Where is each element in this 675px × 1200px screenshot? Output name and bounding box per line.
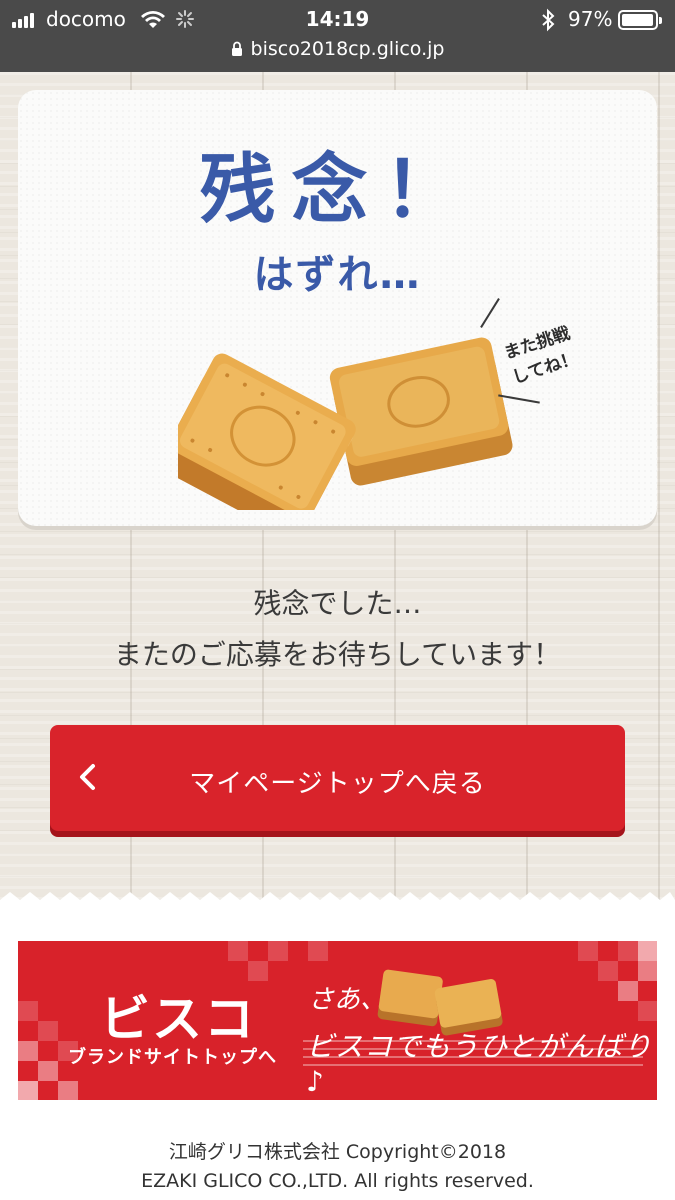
result-message: 残念でした… またのご応募をお待ちしています！ bbox=[0, 578, 675, 680]
banner-tagline-1: さあ、 bbox=[308, 985, 387, 1015]
status-bar: docomo 14:19 97% bisco2018cp.glico.jp bbox=[0, 0, 675, 72]
copyright-line-1: 江崎グリコ株式会社 Copyright©2018 bbox=[168, 1141, 507, 1163]
back-button-label: マイページトップへ戻る bbox=[189, 769, 486, 799]
lock-icon bbox=[231, 41, 242, 56]
message-line-1: 残念でした… bbox=[253, 587, 422, 620]
brand-site-banner[interactable]: ビスコ ブランドサイトトップへ さあ、 ビスコでもうひとがんばり♪ bbox=[18, 941, 657, 1100]
banner-tagline-2: ビスコでもうひとがんばり♪ bbox=[306, 1030, 653, 1098]
zigzag-divider bbox=[0, 892, 675, 910]
bluetooth-icon bbox=[542, 8, 555, 32]
result-subtitle: はずれ… bbox=[253, 252, 422, 298]
back-to-mypage-button[interactable]: マイページトップへ戻る bbox=[50, 725, 625, 831]
brand-site-link-label: ブランドサイトトップへ bbox=[68, 1047, 277, 1068]
address-bar[interactable]: bisco2018cp.glico.jp bbox=[0, 38, 675, 60]
result-title: 残念！ bbox=[199, 145, 476, 234]
battery-icon bbox=[618, 10, 662, 30]
message-line-2: またのご応募をお待ちしています！ bbox=[113, 638, 562, 671]
checker-pattern-right bbox=[578, 941, 657, 1021]
url-text: bisco2018cp.glico.jp bbox=[250, 38, 445, 60]
copyright-line-2: EZAKI GLICO CO.,LTD. All rights reserved… bbox=[141, 1170, 534, 1192]
battery-percent: 97% bbox=[568, 7, 613, 31]
checker-pattern-top bbox=[228, 941, 328, 981]
footer-copyright: 江崎グリコ株式会社 Copyright©2018 EZAKI GLICO CO.… bbox=[0, 1138, 675, 1196]
result-card: 残念！ はずれ… また挑戦 してね！ bbox=[18, 90, 657, 526]
bisco-biscuits-image bbox=[178, 337, 513, 510]
bisco-logo: ビスコ bbox=[100, 990, 256, 1048]
